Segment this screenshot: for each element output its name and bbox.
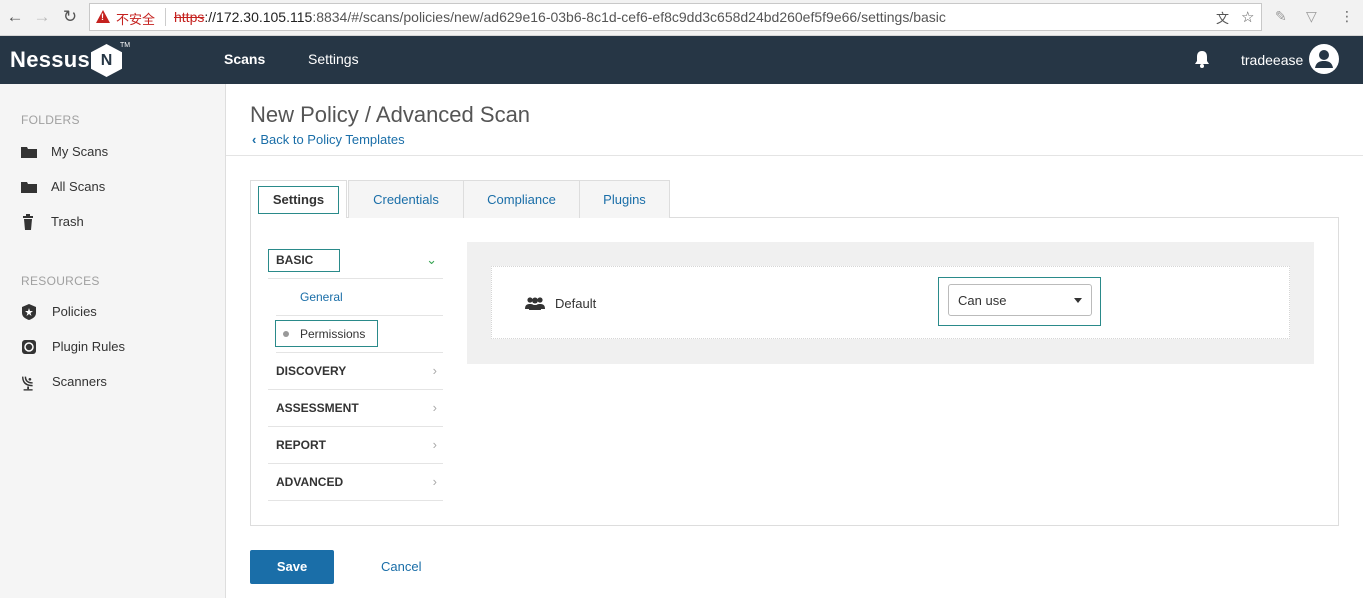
app-header: Nessus N TM Scans Settings tradeease	[0, 36, 1363, 84]
back-to-templates-link[interactable]: ‹ Back to Policy Templates	[252, 132, 405, 147]
tab-plugins[interactable]: Plugins	[579, 180, 670, 218]
shield-extension-icon[interactable]: ▽	[1306, 8, 1317, 25]
trademark: TM	[120, 42, 131, 49]
folder-icon	[21, 147, 37, 158]
chevron-down-icon: ⌄	[426, 252, 437, 267]
section-advanced[interactable]: ADVANCED ›	[268, 464, 443, 501]
caret-down-icon	[1074, 298, 1082, 303]
section-discovery[interactable]: DISCOVERY ›	[268, 353, 443, 390]
scanners-icon	[21, 376, 33, 391]
logo-text[interactable]: Nessus	[10, 47, 90, 73]
section-assessment[interactable]: ASSESSMENT ›	[268, 390, 443, 427]
chevron-right-icon: ›	[432, 474, 437, 489]
divider	[226, 155, 1363, 156]
sidebar: FOLDERS My Scans All Scans Trash RESOURC…	[0, 84, 226, 598]
cancel-link[interactable]: Cancel	[381, 559, 421, 574]
resources-heading: RESOURCES	[21, 274, 100, 288]
focus-ring	[275, 320, 378, 347]
menu-icon[interactable]: ⋮	[1340, 8, 1354, 25]
sidebar-item-my-scans[interactable]: My Scans	[0, 139, 225, 165]
chevron-right-icon: ›	[432, 437, 437, 452]
folder-icon	[21, 182, 37, 193]
tab-settings[interactable]: Settings	[250, 180, 347, 218]
page-title: New Policy / Advanced Scan	[250, 102, 531, 127]
divider	[165, 8, 166, 26]
translate-icon[interactable]: 文	[1216, 8, 1229, 27]
folders-heading: FOLDERS	[21, 113, 80, 127]
nav-scans[interactable]: Scans	[224, 51, 265, 67]
username[interactable]: tradeease	[1241, 52, 1303, 68]
nav-settings[interactable]: Settings	[308, 51, 359, 67]
sidebar-item-scanners[interactable]: Scanners	[0, 369, 225, 395]
plugin-rules-icon	[22, 340, 36, 354]
permission-select[interactable]: Can use	[948, 284, 1092, 316]
permission-name: Default	[555, 296, 597, 311]
tab-compliance[interactable]: Compliance	[463, 180, 580, 218]
insecure-label: 不安全	[116, 13, 156, 28]
browser-toolbar: ← → ↻ ! 不安全 https://172.30.105.115:8834/…	[0, 0, 1363, 36]
bell-icon[interactable]	[1193, 49, 1211, 69]
permission-row	[491, 266, 1290, 339]
url-text[interactable]: https://172.30.105.115:8834/#/scans/poli…	[174, 9, 946, 25]
chevron-left-icon: ‹	[252, 132, 257, 147]
save-button[interactable]: Save	[250, 550, 334, 584]
chevron-right-icon: ›	[432, 400, 437, 415]
section-report[interactable]: REPORT ›	[268, 427, 443, 464]
user-icon	[1315, 50, 1333, 68]
extension-icon[interactable]: ✎	[1275, 8, 1287, 25]
trash-icon	[23, 214, 33, 230]
sidebar-item-policies[interactable]: Policies	[0, 299, 225, 325]
address-bar[interactable]: ! 不安全 https://172.30.105.115:8834/#/scan…	[89, 3, 1262, 31]
back-arrow-icon[interactable]: ←	[4, 6, 26, 28]
logo-icon[interactable]: N	[91, 44, 122, 77]
forward-arrow-icon[interactable]: →	[31, 6, 53, 28]
sidebar-item-trash[interactable]: Trash	[0, 209, 225, 235]
group-icon	[525, 297, 545, 310]
policies-icon	[22, 304, 36, 320]
section-item-general[interactable]: General	[276, 279, 443, 316]
sidebar-item-plugin-rules[interactable]: Plugin Rules	[0, 334, 225, 360]
focus-ring	[268, 249, 340, 272]
sidebar-item-all-scans[interactable]: All Scans	[0, 174, 225, 200]
bookmark-star-icon[interactable]: ☆	[1241, 8, 1254, 26]
avatar[interactable]	[1309, 44, 1339, 74]
tab-credentials[interactable]: Credentials	[348, 180, 464, 218]
reload-icon[interactable]: ↻	[59, 6, 81, 28]
chevron-right-icon: ›	[432, 363, 437, 378]
